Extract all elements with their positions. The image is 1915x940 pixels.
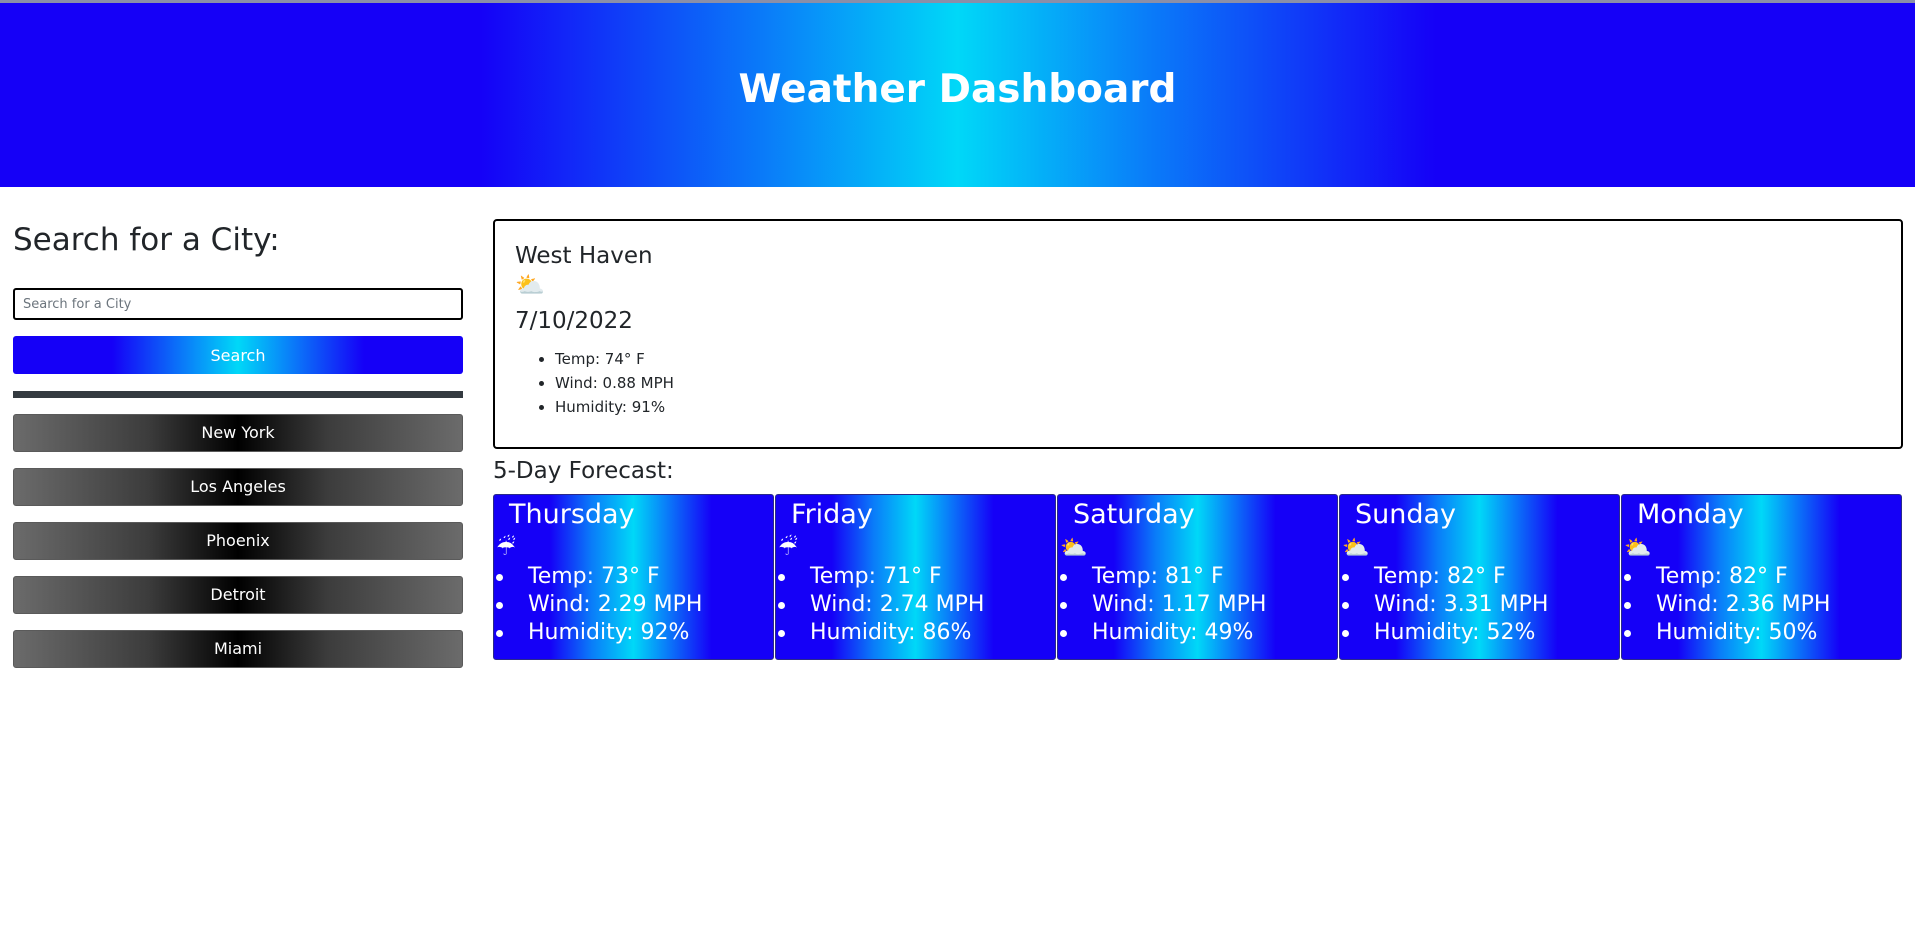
forecast-humidity: Humidity: 92% [494,619,773,647]
history-city-button[interactable]: Phoenix [13,522,463,560]
forecast-stats: Temp: 82° F Wind: 3.31 MPH Humidity: 52% [1340,563,1619,647]
current-date: 7/10/2022 [515,308,633,334]
forecast-day: Monday [1637,499,1744,530]
search-button[interactable]: Search [13,336,463,374]
history-city-button[interactable]: Detroit [13,576,463,614]
history-city-button[interactable]: Miami [13,630,463,668]
partly-cloudy-icon: ⛅ [515,271,545,299]
forecast-card: Saturday ⛅ Temp: 81° F Wind: 1.17 MPH Hu… [1057,494,1338,660]
forecast-stats: Temp: 81° F Wind: 1.17 MPH Humidity: 49% [1058,563,1337,647]
forecast-temp: Temp: 82° F [1340,563,1619,591]
forecast-humidity: Humidity: 49% [1058,619,1337,647]
rain-umbrella-icon: ☔ [496,536,516,561]
current-city-name: West Haven [515,243,653,269]
forecast-stats: Temp: 71° F Wind: 2.74 MPH Humidity: 86% [776,563,1055,647]
partly-cloudy-icon: ⛅ [1060,536,1088,561]
forecast-row: Thursday ☔ Temp: 73° F Wind: 2.29 MPH Hu… [493,494,1903,661]
forecast-temp: Temp: 81° F [1058,563,1337,591]
history-city-button[interactable]: Los Angeles [13,468,463,506]
current-weather-card: West Haven ⛅ 7/10/2022 Temp: 74° F Wind:… [493,219,1903,449]
forecast-card: Sunday ⛅ Temp: 82° F Wind: 3.31 MPH Humi… [1339,494,1620,660]
current-stats-list: Temp: 74° F Wind: 0.88 MPH Humidity: 91% [515,347,1881,419]
forecast-card: Thursday ☔ Temp: 73° F Wind: 2.29 MPH Hu… [493,494,774,660]
forecast-humidity: Humidity: 86% [776,619,1055,647]
forecast-stats: Temp: 82° F Wind: 2.36 MPH Humidity: 50% [1622,563,1901,647]
forecast-day: Friday [791,499,873,530]
forecast-wind: Wind: 3.31 MPH [1340,591,1619,619]
forecast-wind: Wind: 1.17 MPH [1058,591,1337,619]
forecast-humidity: Humidity: 52% [1340,619,1619,647]
forecast-wind: Wind: 2.29 MPH [494,591,773,619]
rain-umbrella-icon: ☔ [778,536,798,561]
forecast-title: 5-Day Forecast: [493,458,674,484]
header-banner: Weather Dashboard [0,0,1915,187]
forecast-card: Monday ⛅ Temp: 82° F Wind: 2.36 MPH Humi… [1621,494,1902,660]
forecast-temp: Temp: 82° F [1622,563,1901,591]
forecast-wind: Wind: 2.74 MPH [776,591,1055,619]
partly-cloudy-icon: ⛅ [1624,536,1652,561]
current-wind: Wind: 0.88 MPH [555,371,1881,395]
sidebar: Search for a City: Search New York Los A… [13,220,463,668]
divider [13,391,463,398]
forecast-stats: Temp: 73° F Wind: 2.29 MPH Humidity: 92% [494,563,773,647]
forecast-day: Saturday [1073,499,1195,530]
forecast-temp: Temp: 73° F [494,563,773,591]
history-city-button[interactable]: New York [13,414,463,452]
current-humidity: Humidity: 91% [555,395,1881,419]
search-input[interactable] [13,288,463,320]
forecast-card: Friday ☔ Temp: 71° F Wind: 2.74 MPH Humi… [775,494,1056,660]
search-history: New York Los Angeles Phoenix Detroit Mia… [13,414,463,684]
current-temp: Temp: 74° F [555,347,1881,371]
page-title: Weather Dashboard [738,67,1177,112]
forecast-wind: Wind: 2.36 MPH [1622,591,1901,619]
partly-cloudy-icon: ⛅ [1342,536,1370,561]
forecast-temp: Temp: 71° F [776,563,1055,591]
forecast-humidity: Humidity: 50% [1622,619,1901,647]
forecast-day: Thursday [509,499,635,530]
forecast-day: Sunday [1355,499,1457,530]
search-heading: Search for a City: [13,222,280,258]
